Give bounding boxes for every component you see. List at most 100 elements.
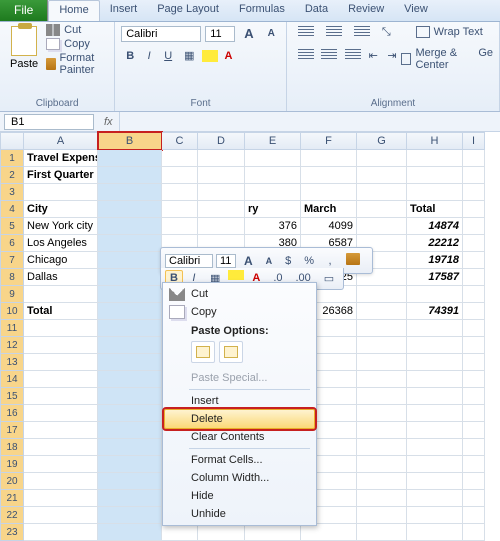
- fx-icon[interactable]: fx: [98, 116, 119, 128]
- cell[interactable]: Total: [407, 201, 463, 218]
- cell[interactable]: [24, 422, 98, 439]
- underline-button[interactable]: U: [159, 48, 177, 64]
- cell[interactable]: [98, 184, 162, 201]
- cell[interactable]: [463, 507, 485, 524]
- shrink-font-button[interactable]: A: [263, 26, 280, 41]
- col-header-e[interactable]: E: [245, 132, 301, 150]
- cell[interactable]: [98, 167, 162, 184]
- cell[interactable]: 17587: [407, 269, 463, 286]
- file-tab[interactable]: File: [0, 0, 48, 21]
- cell[interactable]: [463, 371, 485, 388]
- cell[interactable]: [24, 507, 98, 524]
- cell[interactable]: [98, 524, 162, 541]
- mini-brush[interactable]: [341, 251, 365, 270]
- cell[interactable]: [357, 490, 407, 507]
- row-header[interactable]: 20: [0, 473, 24, 490]
- cell[interactable]: [24, 405, 98, 422]
- ctx-delete[interactable]: Delete: [164, 409, 315, 429]
- font-color-button[interactable]: A: [220, 48, 238, 64]
- ctx-insert[interactable]: Insert: [165, 392, 314, 410]
- name-box[interactable]: B1: [4, 114, 94, 130]
- ctx-copy[interactable]: Copy: [165, 303, 314, 321]
- cell[interactable]: [407, 320, 463, 337]
- cell[interactable]: [357, 218, 407, 235]
- cell[interactable]: Travel Expenses: [24, 150, 98, 167]
- row-header[interactable]: 2: [0, 167, 24, 184]
- cell[interactable]: Chicago: [24, 252, 98, 269]
- cell[interactable]: [98, 456, 162, 473]
- row-header[interactable]: 18: [0, 439, 24, 456]
- row-header[interactable]: 21: [0, 490, 24, 507]
- cell[interactable]: Dallas: [24, 269, 98, 286]
- col-header-a[interactable]: A: [24, 132, 98, 150]
- cell[interactable]: [357, 150, 407, 167]
- border-button[interactable]: ▦: [179, 47, 199, 64]
- cell[interactable]: [24, 337, 98, 354]
- cell[interactable]: [357, 524, 407, 541]
- cell[interactable]: [162, 524, 198, 541]
- cut-button[interactable]: Cut: [46, 24, 108, 36]
- grow-font-button[interactable]: A: [239, 24, 258, 43]
- cell[interactable]: 19718: [407, 252, 463, 269]
- cell[interactable]: [245, 167, 301, 184]
- cell[interactable]: [301, 150, 357, 167]
- cell[interactable]: [407, 337, 463, 354]
- cell[interactable]: [463, 201, 485, 218]
- cell[interactable]: [463, 320, 485, 337]
- cell[interactable]: [98, 473, 162, 490]
- cell[interactable]: [162, 184, 198, 201]
- mini-percent[interactable]: %: [299, 253, 319, 269]
- cell[interactable]: [407, 184, 463, 201]
- col-header-b[interactable]: B: [98, 132, 162, 150]
- cell[interactable]: 14874: [407, 218, 463, 235]
- mini-font[interactable]: Calibri: [165, 254, 213, 268]
- cell[interactable]: [357, 439, 407, 456]
- cell[interactable]: [98, 507, 162, 524]
- align-middle-button[interactable]: [321, 24, 347, 43]
- cell[interactable]: [357, 201, 407, 218]
- row-header[interactable]: 16: [0, 405, 24, 422]
- cell[interactable]: [357, 184, 407, 201]
- cell[interactable]: [407, 422, 463, 439]
- tab-data[interactable]: Data: [295, 0, 338, 21]
- paste-option-2[interactable]: [219, 341, 243, 363]
- cell[interactable]: [24, 490, 98, 507]
- row-header[interactable]: 11: [0, 320, 24, 337]
- row-header[interactable]: 5: [0, 218, 24, 235]
- merge-center-button[interactable]: Merge & Center: [401, 47, 470, 71]
- row-header[interactable]: 17: [0, 422, 24, 439]
- cell[interactable]: Total: [24, 303, 98, 320]
- cell[interactable]: [407, 439, 463, 456]
- select-all-corner[interactable]: [0, 132, 24, 150]
- ctx-unhide[interactable]: Unhide: [165, 505, 314, 523]
- cell[interactable]: [98, 320, 162, 337]
- cell[interactable]: [24, 354, 98, 371]
- tab-view[interactable]: View: [394, 0, 438, 21]
- col-header-d[interactable]: D: [198, 132, 245, 150]
- cell[interactable]: [357, 371, 407, 388]
- row-header[interactable]: 1: [0, 150, 24, 167]
- cell[interactable]: [407, 490, 463, 507]
- cell[interactable]: [98, 371, 162, 388]
- format-painter-button[interactable]: Format Painter: [46, 52, 108, 76]
- font-name-select[interactable]: Calibri: [121, 26, 201, 42]
- cell[interactable]: March: [301, 201, 357, 218]
- cell[interactable]: [463, 269, 485, 286]
- wrap-text-button[interactable]: Wrap Text: [416, 24, 483, 40]
- paste-button[interactable]: Paste: [6, 24, 42, 76]
- cell[interactable]: ry: [245, 201, 301, 218]
- align-right-button[interactable]: [340, 47, 362, 74]
- cell[interactable]: [463, 252, 485, 269]
- cell[interactable]: [463, 303, 485, 320]
- row-header[interactable]: 3: [0, 184, 24, 201]
- cell[interactable]: [245, 184, 301, 201]
- row-header[interactable]: 9: [0, 286, 24, 303]
- cell[interactable]: [24, 320, 98, 337]
- font-size-select[interactable]: 11: [205, 26, 235, 42]
- cell[interactable]: [98, 388, 162, 405]
- cell[interactable]: New York city: [24, 218, 98, 235]
- cell[interactable]: [24, 184, 98, 201]
- tab-insert[interactable]: Insert: [100, 0, 148, 21]
- italic-button[interactable]: I: [141, 48, 157, 64]
- cell[interactable]: [463, 184, 485, 201]
